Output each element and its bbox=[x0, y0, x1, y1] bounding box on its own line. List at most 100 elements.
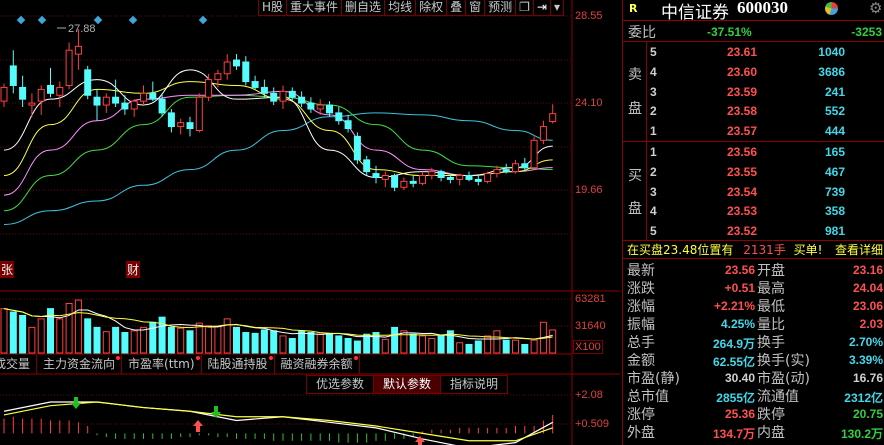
stat-label: 最新 bbox=[627, 263, 655, 279]
order-book-row[interactable]: 4 23.53 358 bbox=[647, 202, 883, 221]
order-book-row[interactable]: 3 23.54 739 bbox=[647, 183, 883, 202]
candle bbox=[112, 79, 120, 108]
volume: 358 bbox=[824, 204, 845, 219]
window-icon[interactable]: ❐ bbox=[516, 0, 534, 15]
toolbar-h-shares[interactable]: H股 bbox=[259, 0, 288, 15]
candle bbox=[484, 171, 492, 184]
default-params-button[interactable]: 默认参数 bbox=[374, 376, 442, 393]
volume-bar bbox=[307, 332, 315, 354]
candle bbox=[167, 108, 175, 133]
candle bbox=[363, 155, 371, 176]
stat-row: 振幅 4.25% 量比 2.03 bbox=[623, 314, 884, 333]
level: 3 bbox=[650, 84, 657, 99]
volume: 1040 bbox=[818, 45, 845, 59]
candle bbox=[353, 132, 361, 164]
volume-bar bbox=[419, 335, 426, 354]
candle bbox=[195, 93, 203, 133]
tab-margin-balance[interactable]: 融资融券余额 bbox=[275, 355, 360, 374]
volume-bar bbox=[102, 331, 110, 354]
volume-bar bbox=[344, 337, 352, 354]
volume-bar bbox=[279, 335, 287, 354]
volume-bar bbox=[409, 333, 417, 354]
view-details-link[interactable]: 查看详细 bbox=[835, 241, 883, 258]
order-book-row[interactable]: 5 23.61 1040 bbox=[647, 43, 883, 62]
candle bbox=[223, 54, 231, 80]
toolbar-window[interactable]: 窗 bbox=[466, 0, 486, 15]
stat-label: 量比 bbox=[757, 317, 785, 333]
volume-bar bbox=[400, 330, 408, 354]
volume: 981 bbox=[824, 224, 845, 239]
stat-row: 总市值 2855亿 流通值 2312亿 bbox=[623, 386, 884, 405]
stat-label: 开盘 bbox=[757, 263, 785, 279]
volume-axis-mid: 31640 bbox=[575, 320, 606, 332]
tab-pe-ttm[interactable]: 市盈率(ttm) bbox=[122, 355, 202, 374]
candle bbox=[121, 95, 129, 115]
order-book-row[interactable]: 2 23.58 552 bbox=[647, 102, 883, 121]
tab-northbound-holdings[interactable]: 陆股通持股 bbox=[202, 355, 275, 374]
stat-label: 总手 bbox=[627, 335, 655, 351]
volume-bar bbox=[437, 335, 445, 354]
weibi-diff: -3253 bbox=[851, 25, 882, 39]
volume: 3686 bbox=[818, 64, 845, 79]
level: 1 bbox=[650, 145, 657, 159]
pie-chart-icon[interactable] bbox=[825, 2, 838, 15]
tab-main-fund-flow[interactable]: 主力资金流向 bbox=[37, 355, 123, 374]
toolbar-overlay[interactable]: 叠 bbox=[447, 0, 467, 15]
high-label: 27.88 bbox=[68, 23, 96, 35]
optimized-params-button[interactable]: 优选参数 bbox=[307, 376, 375, 393]
volume-bar bbox=[530, 339, 538, 354]
volume-bar bbox=[549, 329, 557, 354]
stat-value: 23.16 bbox=[852, 263, 883, 277]
event-marker-icon[interactable] bbox=[37, 15, 47, 25]
candle bbox=[84, 65, 92, 100]
candle bbox=[130, 99, 138, 117]
sell-label: 卖 bbox=[628, 67, 642, 83]
volume-axis-top: 63281 bbox=[575, 293, 606, 305]
marker-cai[interactable]: 财 bbox=[126, 261, 141, 278]
stat-label: 最低 bbox=[757, 299, 785, 315]
order-book-row[interactable]: 1 23.56 165 bbox=[647, 143, 883, 162]
big-order-notice: 在买盘23.48位置有 2131手 买单! 查看详细 bbox=[627, 241, 883, 258]
stat-row: 市盈(静) 30.40 市盈(动) 16.76 bbox=[623, 368, 884, 387]
export-icon[interactable]: ⇥ bbox=[534, 0, 551, 15]
toolbar-ma[interactable]: 均线 bbox=[385, 0, 417, 15]
new-dot-icon bbox=[268, 356, 273, 360]
toolbar-forecast[interactable]: 预测 bbox=[485, 0, 517, 15]
order-book-row[interactable]: 2 23.55 467 bbox=[647, 163, 883, 182]
marker-zhang[interactable]: 张 bbox=[0, 261, 15, 278]
price: 23.61 bbox=[726, 45, 757, 59]
dropdown-icon[interactable]: ▾ bbox=[551, 0, 563, 15]
candle bbox=[205, 73, 213, 102]
quote-panel: R 中信证券 600030 ⚙ 委比 -37.51% -3253 卖 盘 5 2… bbox=[622, 0, 884, 445]
stat-value: 20.75 bbox=[852, 407, 883, 421]
volume-bar bbox=[205, 325, 213, 354]
volume: 444 bbox=[824, 124, 845, 139]
event-marker-icon[interactable] bbox=[16, 15, 26, 25]
order-book-row[interactable]: 3 23.59 241 bbox=[647, 83, 883, 102]
toolbar-ex-rights[interactable]: 除权 bbox=[416, 0, 448, 15]
candle bbox=[335, 107, 343, 125]
event-marker-icon[interactable] bbox=[128, 15, 138, 25]
candle bbox=[28, 93, 36, 117]
tab-volume[interactable]: 成交量 bbox=[0, 355, 38, 374]
indicator-help-button[interactable]: 指标说明 bbox=[441, 376, 507, 393]
candle bbox=[102, 93, 110, 113]
gear-icon[interactable]: ⚙ bbox=[869, 0, 882, 17]
divider bbox=[623, 20, 884, 21]
order-book-row[interactable]: 1 23.57 444 bbox=[647, 122, 883, 141]
toolbar-major-events[interactable]: 重大事件 bbox=[287, 0, 343, 15]
level: 4 bbox=[650, 64, 657, 79]
stat-label: 换手 bbox=[757, 335, 785, 351]
stock-code: 600030 bbox=[737, 0, 788, 17]
order-book-row[interactable]: 4 23.60 3686 bbox=[647, 63, 883, 82]
candle bbox=[260, 79, 268, 98]
price: 23.52 bbox=[726, 224, 757, 239]
order-book-row[interactable]: 5 23.52 981 bbox=[647, 222, 883, 241]
event-marker-icon[interactable] bbox=[198, 15, 208, 25]
stat-value: 30.40 bbox=[724, 371, 755, 385]
event-markers[interactable] bbox=[16, 15, 208, 25]
toolbar-remove-watchlist[interactable]: 删自选 bbox=[342, 0, 386, 15]
stat-value: 2.03 bbox=[859, 317, 883, 331]
candle bbox=[512, 159, 519, 174]
param-buttons: 优选参数 默认参数 指标说明 bbox=[306, 375, 509, 394]
